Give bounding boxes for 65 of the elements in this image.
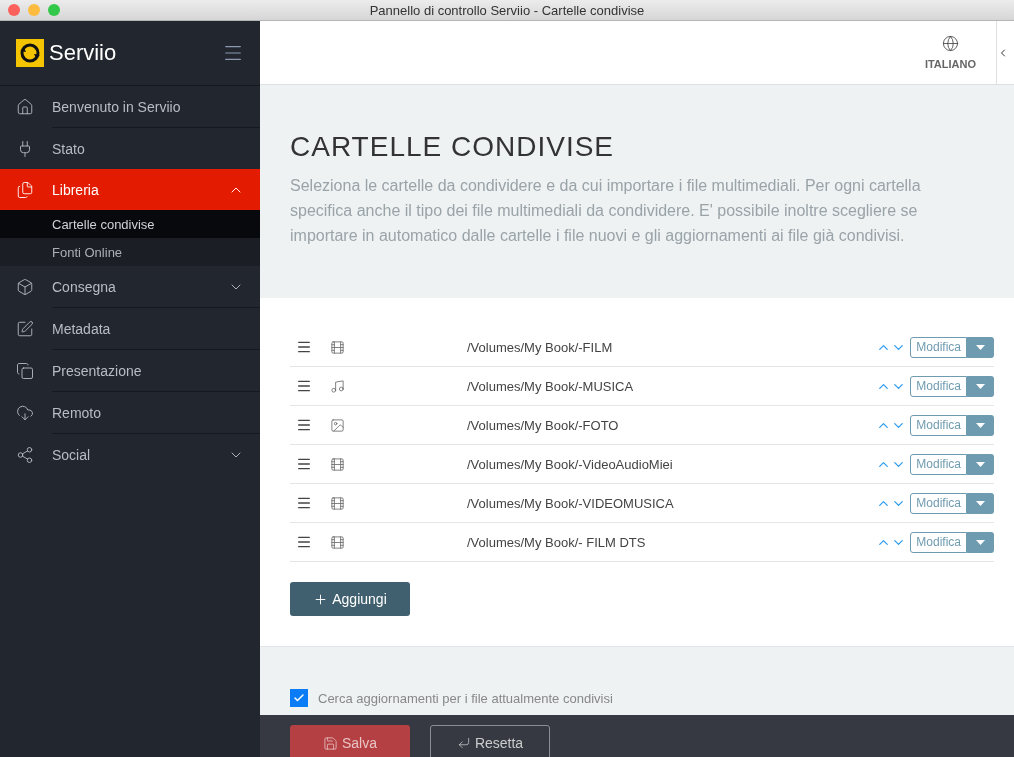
home-icon xyxy=(16,97,34,116)
folder-path: /Volumes/My Book/-FOTO xyxy=(467,417,620,433)
sidebar-item[interactable]: Consegna xyxy=(0,266,260,307)
sidebar-item[interactable]: Remoto xyxy=(0,392,260,433)
drag-handle-icon[interactable] xyxy=(296,534,312,550)
sidebar-item[interactable]: Libreria xyxy=(0,169,260,210)
drag-handle-icon[interactable] xyxy=(296,495,312,511)
dropdown-button[interactable] xyxy=(967,336,994,358)
sidebar-item[interactable]: Benvenuto in Serviio xyxy=(0,86,260,127)
image-icon xyxy=(330,417,345,433)
edit-icon xyxy=(16,319,34,338)
dropdown-button[interactable] xyxy=(967,492,994,514)
copy-icon xyxy=(16,361,34,380)
plus-icon xyxy=(313,591,329,607)
caret-icon xyxy=(976,500,985,506)
sidebar-item[interactable]: Stato xyxy=(0,128,260,169)
folder-path: /Volumes/My Book/-FILM xyxy=(467,339,614,355)
documents-icon xyxy=(16,180,34,199)
window-title: Pannello di controllo Serviio - Cartelle condivise xyxy=(368,2,646,18)
folder-path: /Volumes/My Book/- FILM DTS xyxy=(467,534,647,550)
dropdown-button[interactable] xyxy=(967,414,994,436)
globe-icon xyxy=(941,35,959,52)
close-icon[interactable] xyxy=(8,4,20,16)
save-button[interactable]: Salva xyxy=(290,725,410,757)
maximize-icon[interactable] xyxy=(48,4,60,16)
drag-handle-icon[interactable] xyxy=(296,339,312,355)
checkbox-label: Cerca aggiornamenti per i file attualmente condivisi xyxy=(318,690,613,706)
sidebar-item[interactable]: Presentazione xyxy=(0,350,260,391)
folder-path: /Volumes/My Book/-VideoAudioMiei xyxy=(467,456,674,472)
sidebar-item[interactable]: Metadata xyxy=(0,308,260,349)
film-icon xyxy=(330,456,345,472)
add-button[interactable]: Aggiungi xyxy=(290,582,410,616)
film-icon xyxy=(330,339,345,355)
language-selector[interactable]: ITALIANO xyxy=(904,21,996,84)
caret-icon xyxy=(976,461,985,467)
submenu-item[interactable]: Cartelle condivise xyxy=(0,210,260,238)
save-icon xyxy=(323,735,338,751)
undo-icon xyxy=(456,736,471,750)
caret-icon xyxy=(976,539,985,545)
sidebar-item[interactable]: Social xyxy=(0,434,260,475)
folder-path: /Volumes/My Book/-MUSICA xyxy=(467,378,635,394)
film-icon xyxy=(330,495,345,511)
check-icon xyxy=(293,692,305,704)
dropdown-button[interactable] xyxy=(967,375,994,397)
caret-icon xyxy=(976,383,985,389)
submenu-item[interactable]: Fonti Online xyxy=(0,238,260,266)
page-description: Seleziona le cartelle da condividere e da cui importare i file multimediali. Per ogni cartella specifica anche il tipo dei file multimediali da condividere. E' possibile inoltre scegliere se importare in automatico dalle cartelle i file nuovi e gli aggiornamenti ai file già condivisi. xyxy=(290,176,922,246)
logo-icon xyxy=(16,39,44,67)
checkbox[interactable] xyxy=(290,689,308,707)
folder-path: /Volumes/My Book/-VIDEOMUSICA xyxy=(467,495,675,511)
drag-handle-icon[interactable] xyxy=(296,378,312,394)
share-icon xyxy=(16,445,34,464)
film-icon xyxy=(330,534,345,550)
page-title: CARTELLE CONDIVISE xyxy=(290,131,616,163)
music-icon xyxy=(330,378,345,394)
dropdown-button[interactable] xyxy=(967,531,994,553)
cloud-icon xyxy=(16,403,34,422)
caret-icon xyxy=(976,344,985,350)
drag-handle-icon[interactable] xyxy=(296,417,312,433)
reset-button[interactable]: Resetta xyxy=(430,725,550,757)
box-icon xyxy=(16,277,34,296)
caret-icon xyxy=(976,422,985,428)
brand-name: Serviio xyxy=(49,40,117,66)
dropdown-button[interactable] xyxy=(967,453,994,475)
drag-handle-icon[interactable] xyxy=(296,456,312,472)
